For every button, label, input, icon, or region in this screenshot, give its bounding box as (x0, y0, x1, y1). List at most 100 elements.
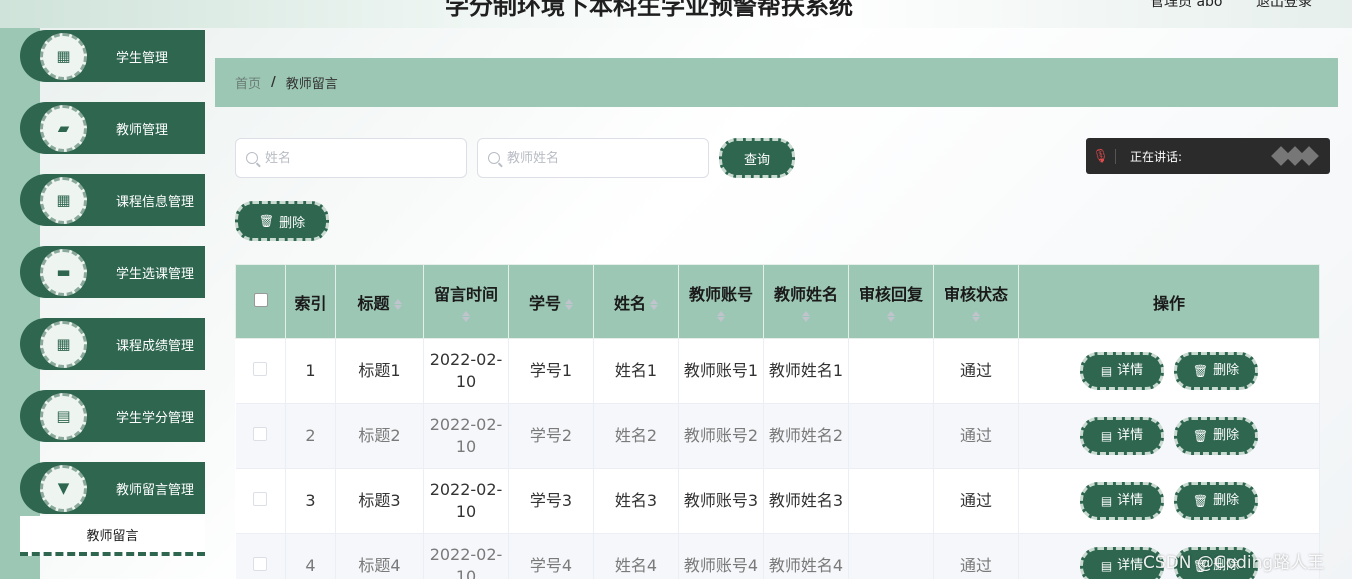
select-all-checkbox[interactable] (253, 293, 268, 307)
teacher-name-search-input[interactable] (507, 150, 687, 166)
delete-button[interactable]: 🗑 删除 (1174, 417, 1258, 455)
sort-icon[interactable] (462, 310, 470, 322)
cell-name: 姓名4 (593, 533, 679, 579)
teacher-name-search-field (477, 138, 709, 178)
briefcase-icon: ▬ (40, 248, 87, 296)
sort-icon[interactable] (887, 310, 895, 322)
cell-name: 姓名3 (593, 468, 679, 534)
sort-icon[interactable] (972, 310, 980, 322)
sort-icon[interactable] (650, 298, 658, 311)
cell-title: 标题2 (335, 403, 424, 469)
row-checkbox[interactable] (253, 557, 268, 571)
column-header-time[interactable]: 留言时间 (423, 264, 509, 339)
cell-student-no: 学号3 (508, 468, 594, 534)
cell-status: 通过 (933, 338, 1019, 404)
trash-icon: 🗑 (258, 214, 275, 228)
detail-button[interactable]: ▤ 详情 (1080, 482, 1164, 520)
sort-icon[interactable] (717, 310, 725, 322)
cell-index: 1 (285, 338, 336, 404)
sidebar-item-credit-management[interactable]: ▤ 学生学分管理 (20, 390, 205, 442)
delete-button[interactable]: 🗑 删除 (1174, 352, 1258, 390)
cell-index: 3 (285, 468, 336, 534)
sidebar-item-teacher-management[interactable]: ▰ 教师管理 (20, 102, 205, 154)
cell-time: 2022-02-10 (423, 403, 509, 469)
sidebar-item-label: 学生学分管理 (116, 410, 195, 426)
column-header-reply[interactable]: 审核回复 (848, 264, 934, 339)
document-icon: ▤ (1100, 429, 1113, 443)
sidebar-item-course-info-management[interactable]: ▦ 课程信息管理 (20, 174, 205, 226)
table-row: 3 标题3 2022-02-10 学号3 姓名3 教师账号3 教师姓名3 通过 … (235, 468, 1320, 534)
cell-teacher-name: 教师姓名3 (763, 468, 849, 534)
muted-mic-icon[interactable]: 🎙 (1086, 148, 1116, 164)
cell-status: 通过 (933, 533, 1019, 579)
cell-name: 姓名1 (593, 338, 679, 404)
column-header-name[interactable]: 姓名 (593, 264, 679, 339)
query-button[interactable]: 查询 (719, 138, 795, 178)
logout-link[interactable]: 退出登录 (1256, 0, 1312, 11)
cell-teacher-account: 教师账号2 (678, 403, 764, 469)
sidebar-item-course-selection-management[interactable]: ▬ 学生选课管理 (20, 246, 205, 298)
cell-teacher-account: 教师账号3 (678, 468, 764, 534)
grid-icon: ▦ (40, 32, 87, 80)
message-table: 索引 标题 留言时间 学号 姓名 教师账号 教师姓名 审核回复 审核状态 操作 … (235, 264, 1320, 579)
cell-reply (848, 533, 934, 579)
delete-button[interactable]: 🗑 删除 (1174, 482, 1258, 520)
row-checkbox[interactable] (253, 427, 268, 441)
voice-chat-widget: 🎙 正在讲话: (1086, 138, 1330, 174)
sidebar-item-grade-management[interactable]: ▦ 课程成绩管理 (20, 318, 205, 370)
column-header-status[interactable]: 审核状态 (933, 264, 1019, 339)
sort-icon[interactable] (565, 298, 573, 311)
cell-index: 4 (285, 533, 336, 579)
user-label: 管理员 abo (1150, 0, 1223, 10)
detail-button[interactable]: ▤ 详情 (1080, 352, 1164, 390)
cell-name: 姓名2 (593, 403, 679, 469)
sidebar-item-label: 教师留言管理 (116, 482, 195, 498)
batch-delete-label: 删除 (279, 215, 306, 231)
sidebar-item-label: 学生管理 (116, 50, 169, 66)
sort-icon[interactable] (393, 298, 402, 311)
document-icon: ▤ (1100, 559, 1113, 573)
table-row: 2 标题2 2022-02-10 学号2 姓名2 教师账号2 教师姓名2 通过 … (235, 403, 1320, 469)
sort-icon[interactable] (802, 310, 810, 322)
batch-delete-button[interactable]: 🗑 删除 (235, 201, 329, 241)
cell-index: 2 (285, 403, 336, 469)
document-icon: ▤ (1100, 494, 1113, 508)
breadcrumb-current: 教师留言 (285, 77, 338, 92)
cell-title: 标题3 (335, 468, 424, 534)
sidebar-item-student-management[interactable]: ▦ 学生管理 (20, 30, 205, 82)
sidebar-item-teacher-message-management[interactable]: ▼ 教师留言管理 (20, 462, 205, 514)
grid-icon: ▦ (40, 176, 87, 224)
breadcrumb-home-link[interactable]: 首页 (235, 73, 261, 92)
table-header-row: 索引 标题 留言时间 学号 姓名 教师账号 教师姓名 审核回复 审核状态 操作 (235, 264, 1320, 339)
name-search-field (235, 138, 467, 178)
breadcrumb-separator: / (271, 75, 276, 90)
detail-button[interactable]: ▤ 详情 (1080, 417, 1164, 455)
clipboard-icon: ▤ (40, 392, 87, 440)
trash-icon: 🗑 (1192, 364, 1209, 378)
sidebar-subitem-teacher-message[interactable]: 教师留言 (20, 516, 205, 556)
row-checkbox[interactable] (253, 362, 268, 376)
cell-time: 2022-02-10 (423, 468, 509, 534)
name-search-input[interactable] (265, 150, 445, 166)
column-header-student-no[interactable]: 学号 (508, 264, 594, 339)
sidebar-item-label: 课程信息管理 (116, 194, 195, 210)
query-button-label: 查询 (743, 152, 770, 168)
voice-logo-icon (1271, 146, 1319, 166)
column-header-title[interactable]: 标题 (335, 264, 424, 339)
column-header-teacher-name[interactable]: 教师姓名 (763, 264, 849, 339)
column-header-teacher-account[interactable]: 教师账号 (678, 264, 764, 339)
table-row: 1 标题1 2022-02-10 学号1 姓名1 教师账号1 教师姓名1 通过 … (235, 338, 1320, 404)
cell-reply (848, 338, 934, 404)
cell-student-no: 学号1 (508, 338, 594, 404)
sidebar-item-label: 教师管理 (116, 122, 169, 138)
search-icon (246, 152, 258, 164)
message-icon: ▼ (40, 464, 87, 512)
cell-reply (848, 403, 934, 469)
row-checkbox[interactable] (253, 492, 268, 506)
watermark: CSDN @Coding路人王 (1143, 553, 1325, 573)
voice-speaking-label: 正在讲话: (1130, 149, 1183, 164)
search-icon (488, 152, 500, 164)
cell-actions: ▤ 详情 🗑 删除 (1018, 403, 1320, 469)
cell-actions: ▤ 详情 🗑 删除 (1018, 338, 1320, 404)
cell-actions: ▤ 详情 🗑 删除 (1018, 468, 1320, 534)
